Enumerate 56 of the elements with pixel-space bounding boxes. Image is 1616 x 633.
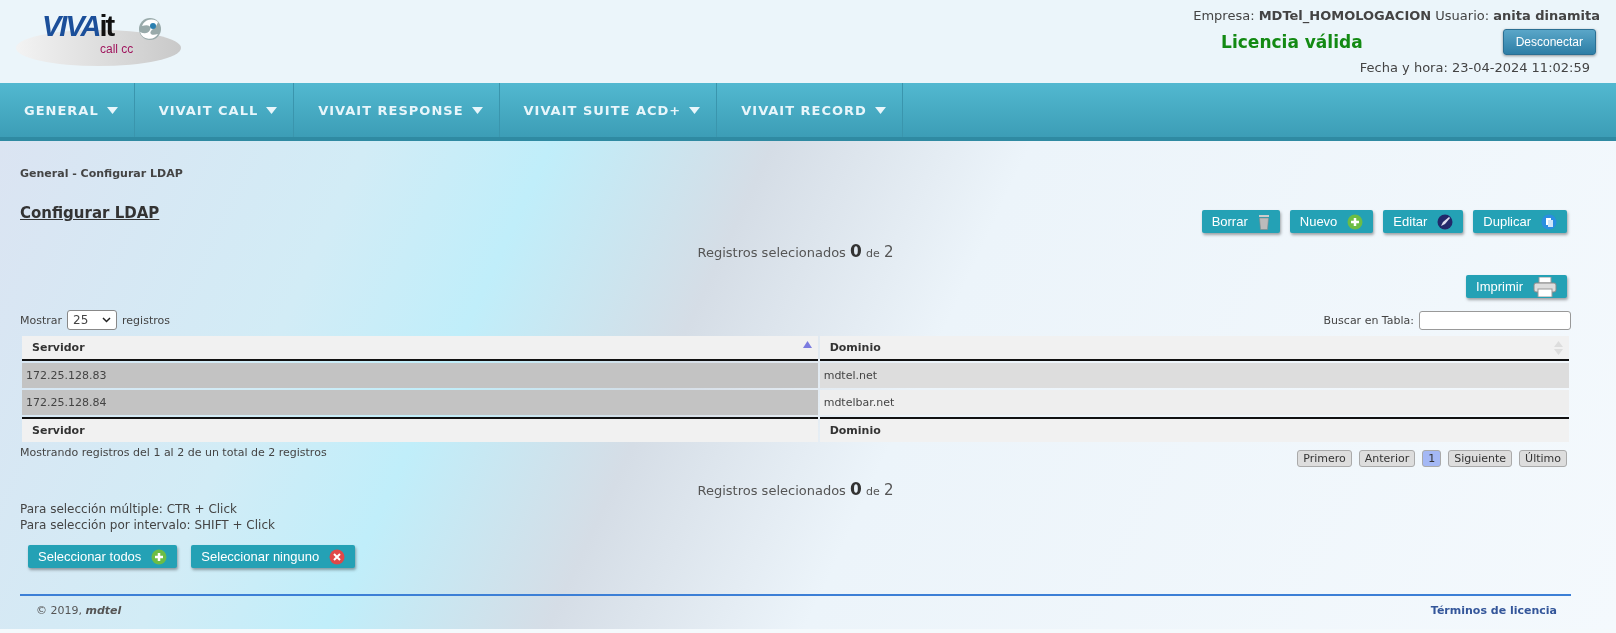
toolbar-button[interactable]: Duplicar <box>1473 210 1567 233</box>
pagination-button[interactable]: Anterior <box>1358 450 1416 467</box>
length-label: registros <box>122 313 170 327</box>
copy-icon <box>1541 213 1557 230</box>
column-header[interactable]: Servidor <box>22 336 818 361</box>
table-info: Mostrando registros del 1 al 2 de un total de 2 registros <box>20 446 327 459</box>
table-cell: mdtel.net <box>819 363 1569 388</box>
printer-icon <box>1533 276 1557 297</box>
copyright: © 2019, mdtel <box>36 604 122 617</box>
column-header[interactable]: Dominio <box>819 336 1569 361</box>
account-info: Empresa: MDTel_HOMOLOGACION Usuario: anita dinamita <box>1193 8 1600 23</box>
logout-button[interactable]: Desconectar <box>1502 29 1596 55</box>
nav-menu-item[interactable]: GENERAL <box>0 83 135 137</box>
toolbar-button[interactable]: Editar <box>1383 210 1464 233</box>
table-cell: mdtelbar.net <box>819 390 1569 415</box>
nav-menu-item[interactable]: VIVAIT CALL <box>134 83 295 137</box>
search-field[interactable] <box>1419 310 1571 330</box>
close-icon <box>329 548 346 565</box>
column-footer: Dominio <box>819 417 1569 442</box>
table-cell: 172.25.128.83 <box>22 363 818 388</box>
pagination-button[interactable]: Último <box>1519 450 1567 467</box>
hint-text: Para selección múltiple: CTR + Click <box>20 501 238 517</box>
selected-count: Registros selecionados 0 de 2 <box>696 479 895 499</box>
selection-button[interactable]: Seleccionar todos <box>28 545 178 568</box>
column-footer: Servidor <box>22 417 818 442</box>
page-title: Configurar LDAP <box>20 204 160 222</box>
toolbar-button[interactable]: Borrar <box>1201 210 1280 233</box>
pen-icon <box>1437 213 1454 230</box>
caret-icon <box>874 106 886 114</box>
pagination-button[interactable]: Siguiente <box>1448 450 1513 467</box>
pagination-button[interactable]: Primero <box>1297 450 1352 467</box>
selected-count: Registros selecionados 0 de 2 <box>696 241 895 261</box>
license-terms-link[interactable]: Términos de licencia <box>1430 604 1557 617</box>
nav-menu-item[interactable]: VIVAIT RECORD <box>717 83 903 137</box>
length-label: Mostrar <box>20 313 63 327</box>
selection-button[interactable]: Seleccionar ninguno <box>191 545 356 568</box>
plus-icon <box>151 548 168 565</box>
toolbar-button[interactable]: Nuevo <box>1289 210 1374 233</box>
license-status: Licencia válida <box>1221 32 1363 52</box>
nav-menu-item[interactable]: VIVAIT RESPONSE <box>294 83 500 137</box>
table-cell: 172.25.128.84 <box>22 390 818 415</box>
page-size-select[interactable]: 25 <box>67 310 118 330</box>
chevron-icon <box>102 317 112 323</box>
caret-icon <box>266 106 278 114</box>
print-button[interactable]: Imprimir <box>1466 275 1567 298</box>
caret-icon <box>689 106 701 114</box>
breadcrumb: General - Configurar LDAP <box>20 167 184 180</box>
nav-menu-item[interactable]: VIVAIT SUITE ACD+ <box>499 83 718 137</box>
hint-text: Para selección por intervalo: SHIFT + Click <box>20 517 276 533</box>
pagination-button[interactable]: 1 <box>1422 450 1442 467</box>
plus-icon <box>1347 213 1364 230</box>
trash-icon <box>1257 213 1270 230</box>
caret-icon <box>471 106 483 114</box>
datetime: Fecha y hora: 23-04-2024 11:02:59 <box>1359 60 1590 75</box>
caret-icon <box>106 106 118 114</box>
search-label: Buscar en Tabla: <box>1323 313 1414 327</box>
